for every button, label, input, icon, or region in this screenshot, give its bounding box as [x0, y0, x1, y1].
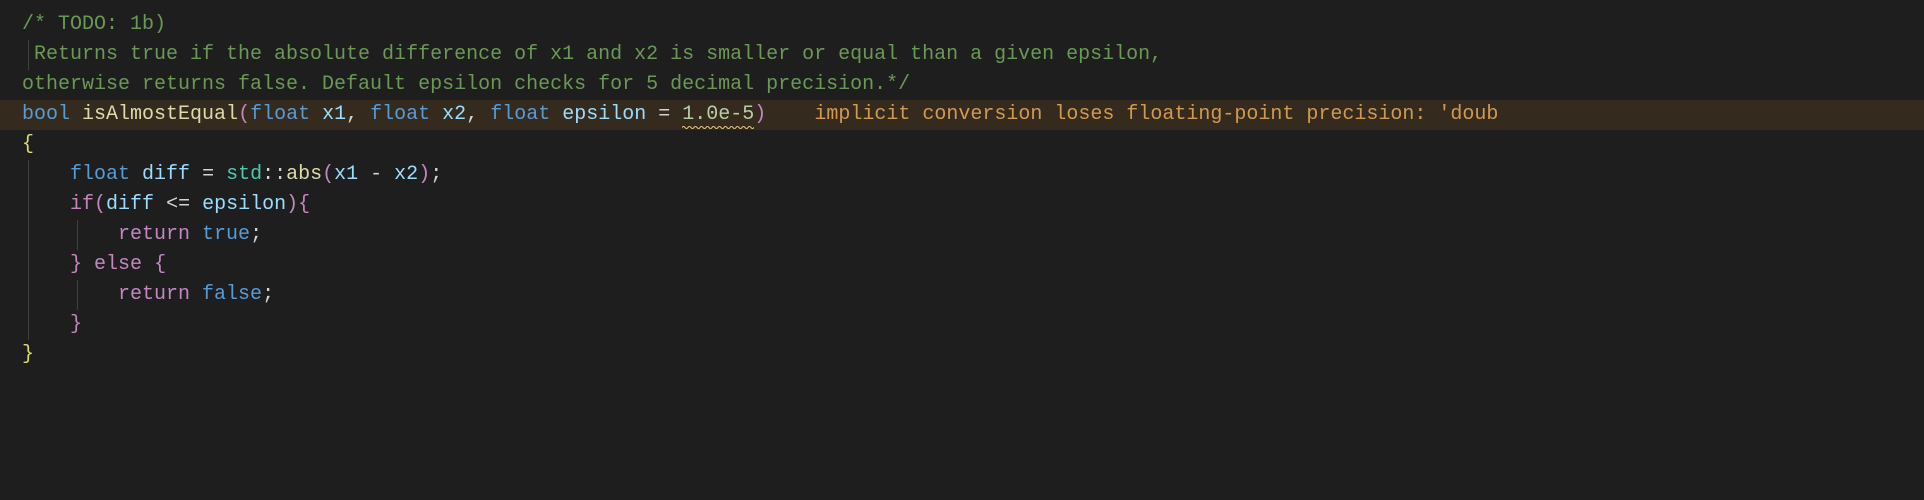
close-brace: }	[70, 253, 82, 276]
bool-literal: true	[202, 223, 250, 246]
scope-op: ::	[262, 163, 286, 186]
var-type: float	[70, 163, 130, 186]
code-line: return true;	[0, 220, 1924, 250]
comma: ,	[346, 103, 370, 126]
function-call: abs	[286, 163, 322, 186]
code-line: return false;	[0, 280, 1924, 310]
namespace: std	[226, 163, 262, 186]
comma: ,	[466, 103, 490, 126]
return-type: bool	[22, 103, 70, 126]
semicolon: ;	[250, 223, 262, 246]
close-paren: )	[418, 163, 430, 186]
code-line: /* TODO: 1b)	[0, 10, 1924, 40]
default-value: 1.0e-5	[682, 103, 754, 126]
le-op: <=	[154, 193, 202, 216]
param-name: x2	[442, 103, 466, 126]
return-keyword: return	[118, 223, 190, 246]
param-type: float	[250, 103, 310, 126]
warning-squiggle[interactable]: 1.0e-5	[682, 100, 754, 130]
close-brace: }	[70, 313, 82, 336]
code-line: }	[0, 340, 1924, 370]
open-brace: {	[154, 253, 166, 276]
bool-literal: false	[202, 283, 262, 306]
open-brace: {	[298, 193, 310, 216]
if-keyword: if	[70, 193, 94, 216]
semicolon: ;	[262, 283, 274, 306]
code-line: Returns true if the absolute difference …	[0, 40, 1924, 70]
open-paren: (	[322, 163, 334, 186]
code-line-highlighted: bool isAlmostEqual(float x1, float x2, f…	[0, 100, 1924, 130]
semicolon: ;	[430, 163, 442, 186]
comment-text: otherwise returns false. Default epsilon…	[22, 73, 910, 96]
return-keyword: return	[118, 283, 190, 306]
minus-op: -	[358, 163, 394, 186]
open-brace: {	[22, 133, 34, 156]
var-ref: epsilon	[202, 193, 286, 216]
var-name: diff	[142, 163, 190, 186]
code-line: } else {	[0, 250, 1924, 280]
open-paren: (	[94, 193, 106, 216]
var-ref: diff	[106, 193, 154, 216]
inline-warning-text: implicit conversion loses floating-point…	[814, 103, 1498, 126]
var-ref: x2	[394, 163, 418, 186]
code-line: float diff = std::abs(x1 - x2);	[0, 160, 1924, 190]
param-type: float	[370, 103, 430, 126]
param-type: float	[490, 103, 550, 126]
assign-op: =	[646, 103, 682, 126]
else-keyword: else	[94, 253, 142, 276]
open-paren: (	[238, 103, 250, 126]
param-name: x1	[322, 103, 346, 126]
code-line: {	[0, 130, 1924, 160]
close-brace: }	[22, 343, 34, 366]
assign-op: =	[190, 163, 226, 186]
close-paren: )	[286, 193, 298, 216]
comment-text: Returns true if the absolute difference …	[22, 43, 1162, 66]
code-line: otherwise returns false. Default epsilon…	[0, 70, 1924, 100]
var-ref: x1	[334, 163, 358, 186]
code-line: }	[0, 310, 1924, 340]
comment-text: /* TODO: 1b)	[22, 13, 166, 36]
param-name: epsilon	[562, 103, 646, 126]
code-line: if(diff <= epsilon){	[0, 190, 1924, 220]
code-editor[interactable]: /* TODO: 1b) Returns true if the absolut…	[0, 0, 1924, 370]
close-paren: )	[754, 103, 766, 126]
function-name: isAlmostEqual	[82, 103, 238, 126]
